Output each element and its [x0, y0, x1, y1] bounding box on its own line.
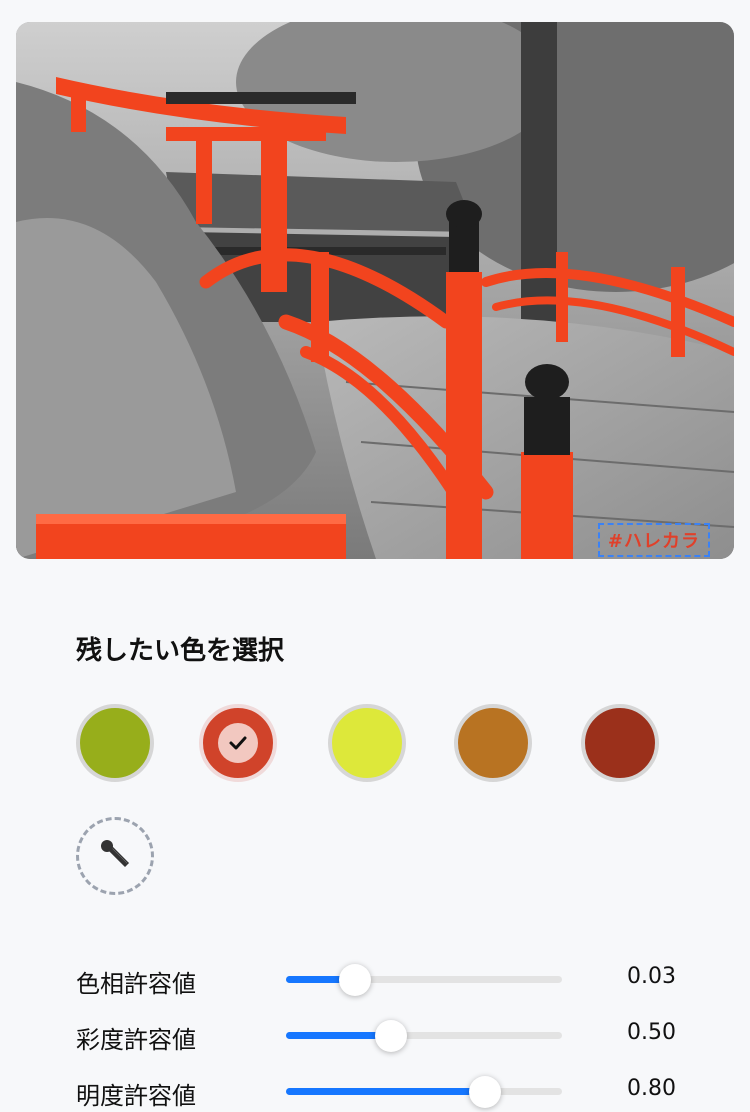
check-icon	[218, 723, 258, 763]
color-swatch-green[interactable]	[76, 704, 154, 782]
eyedropper-icon	[95, 834, 135, 878]
color-swatch-dark-red[interactable]	[581, 704, 659, 782]
slider-thumb[interactable]	[374, 1020, 407, 1052]
hue-tolerance-slider[interactable]	[286, 964, 562, 996]
hue-tolerance-value: 0.03	[627, 964, 676, 989]
brightness-tolerance-label: 明度許容値	[76, 1082, 196, 1110]
photo-preview: #ハレカラ	[16, 22, 734, 559]
slider-thumb[interactable]	[468, 1076, 501, 1108]
eyedropper-button[interactable]	[76, 817, 154, 895]
color-swatch-yellow[interactable]	[328, 704, 406, 782]
color-swatch-red-selected[interactable]	[199, 704, 277, 782]
color-select-title: 残したい色を選択	[76, 636, 285, 666]
watermark-label: #ハレカラ	[597, 523, 710, 557]
color-swatch-list	[76, 704, 676, 786]
shrine-bridge-image	[16, 22, 734, 559]
color-swatch-orange[interactable]	[454, 704, 532, 782]
hue-tolerance-row: 色相許容値 0.03	[76, 960, 676, 1000]
hue-tolerance-label: 色相許容値	[76, 970, 196, 998]
saturation-tolerance-slider[interactable]	[286, 1020, 562, 1052]
brightness-tolerance-row: 明度許容値 0.80	[76, 1072, 676, 1112]
brightness-tolerance-slider[interactable]	[286, 1076, 562, 1108]
saturation-tolerance-label: 彩度許容値	[76, 1026, 196, 1054]
slider-fill	[286, 1088, 485, 1095]
saturation-tolerance-value: 0.50	[627, 1020, 676, 1045]
brightness-tolerance-value: 0.80	[627, 1076, 676, 1101]
slider-thumb[interactable]	[339, 964, 371, 996]
saturation-tolerance-row: 彩度許容値 0.50	[76, 1016, 676, 1056]
